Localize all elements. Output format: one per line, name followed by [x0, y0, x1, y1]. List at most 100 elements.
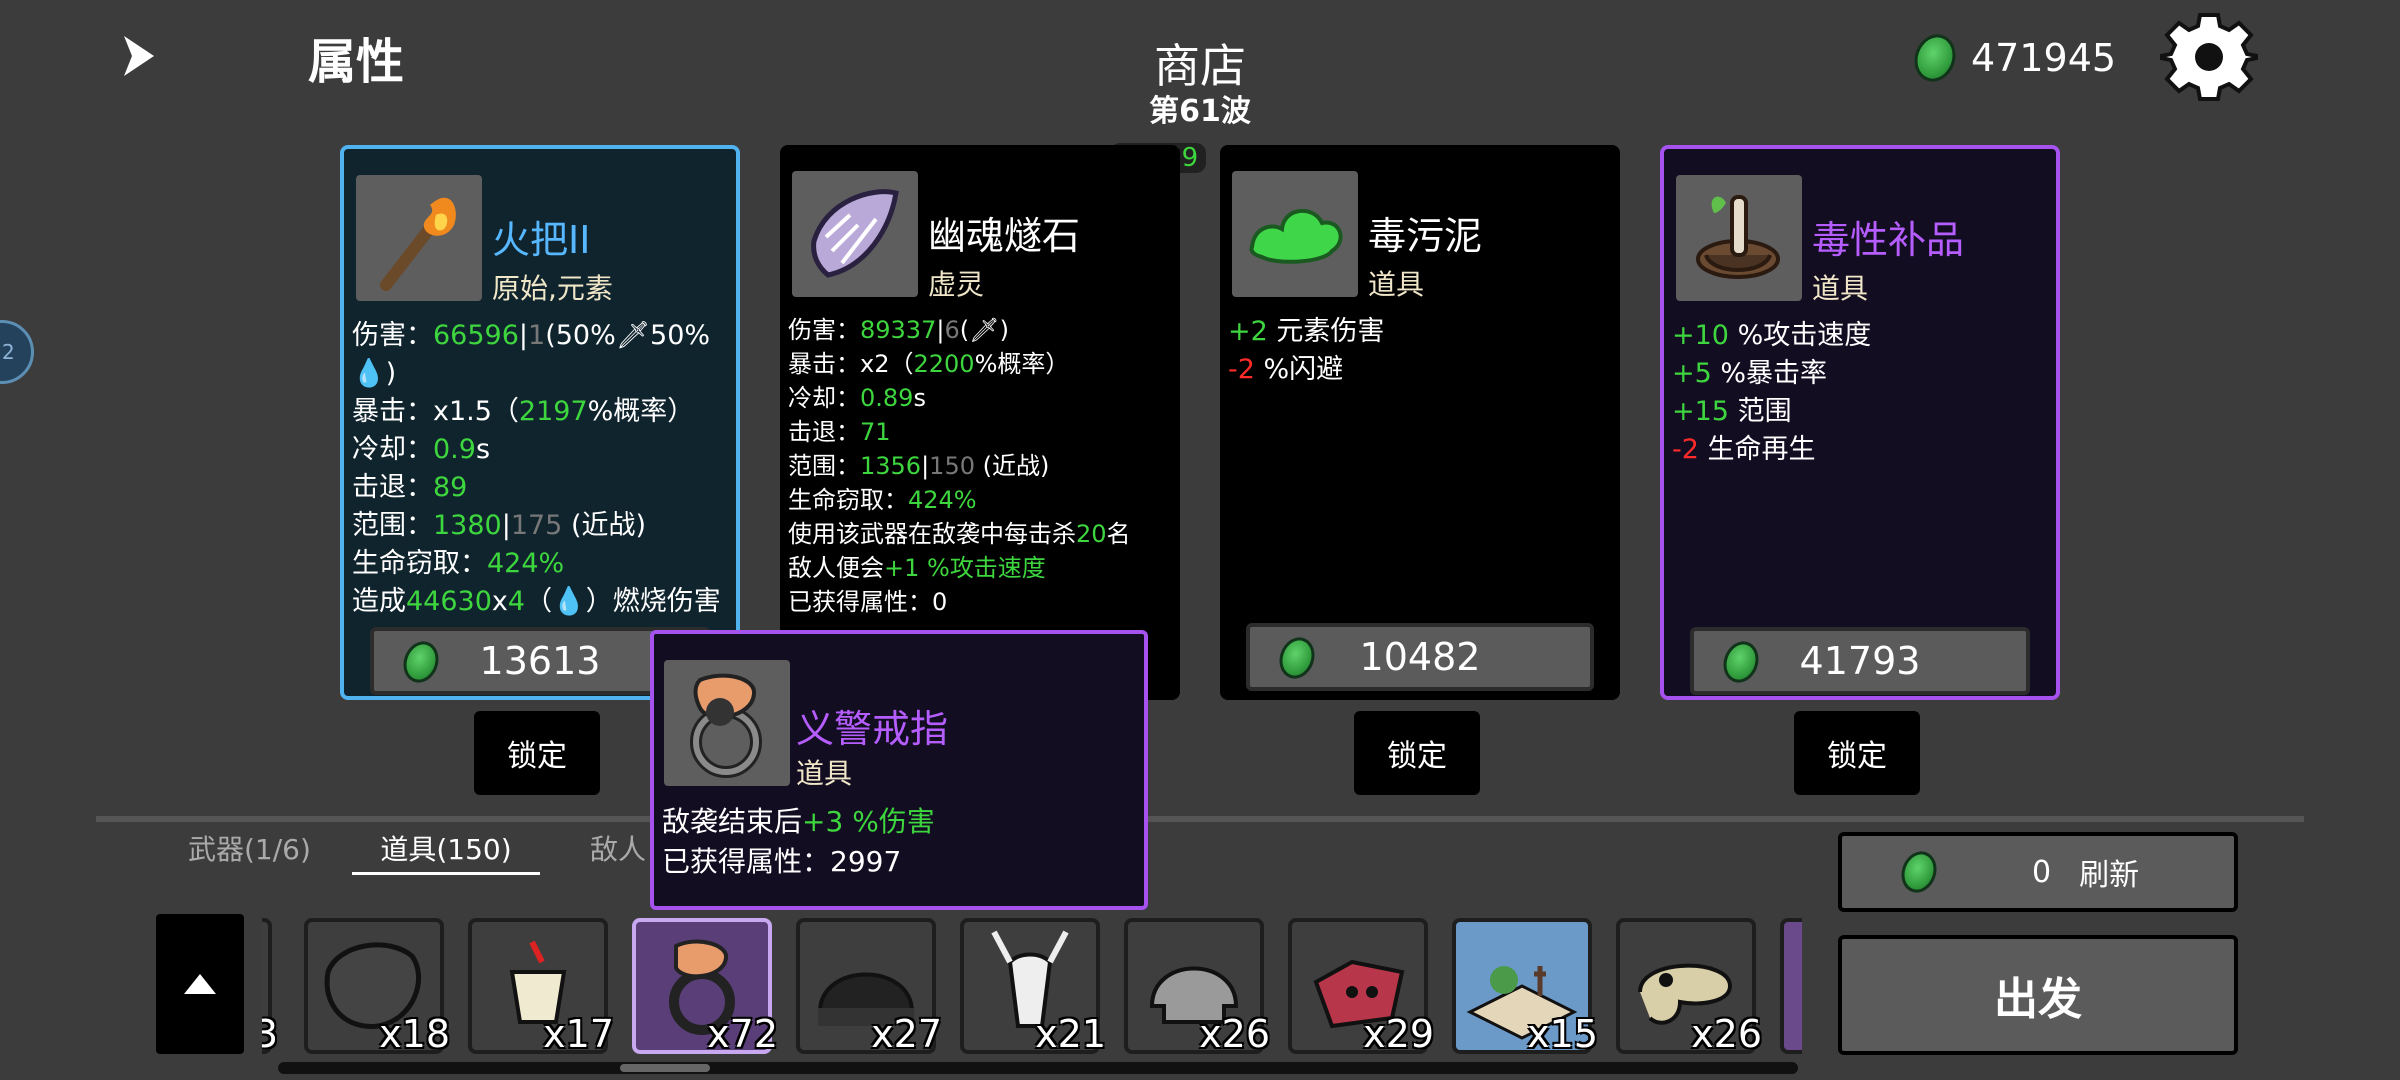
card-type: 道具 — [1812, 272, 1869, 305]
inventory-scrollbar[interactable] — [278, 1062, 1798, 1074]
stat-line: 范围：1356|150 (近战) — [788, 452, 1050, 480]
stat-line: +2 元素伤害 — [1228, 316, 1385, 347]
stat-line: 击退：89 — [352, 472, 468, 503]
shop-card-ghost-flint[interactable]: 幽魂燧石 虚灵 伤害：89337|6(🗡) 暴击：x2（2200%概率） 冷却：0.… — [780, 145, 1180, 700]
inventory-slot[interactable]: x26 — [1616, 918, 1762, 1056]
card-name: 毒性补品 — [1812, 218, 1965, 262]
price-label: 10482 — [1359, 635, 1481, 679]
card-name: 毒污泥 — [1368, 214, 1483, 258]
tooltip-effect: 敌袭结束后+3 %伤害 — [662, 805, 935, 838]
stat-line: +5 %暴击率 — [1672, 358, 1828, 389]
inventory-slot[interactable]: x18 — [304, 918, 450, 1056]
price-label: 41793 — [1799, 639, 1921, 683]
lock-button[interactable]: 锁定 — [1354, 711, 1480, 795]
lock-button[interactable]: 锁定 — [1794, 711, 1920, 795]
lock-button[interactable]: 锁定 — [474, 711, 600, 795]
stat-line: 暴击：x1.5（2197%概率） — [352, 396, 695, 427]
item-count: x15 — [1527, 1012, 1598, 1056]
inventory-slot[interactable] — [1780, 918, 1802, 1054]
material-coin-icon — [1717, 636, 1765, 688]
item-count: x26 — [1199, 1012, 1270, 1056]
inventory-slot[interactable]: x15 — [1452, 918, 1598, 1056]
expand-inventory-button[interactable] — [156, 914, 244, 1054]
item-tooltip: 义警戒指 道具 敌袭结束后+3 %伤害 已获得属性：2997 — [650, 630, 1148, 910]
inventory-slot[interactable]: x17 — [468, 918, 614, 1056]
inventory-slot[interactable]: 3 — [262, 918, 278, 1056]
gold-display: 471945 — [1907, 28, 2117, 88]
refresh-cost: 0 — [2032, 854, 2052, 890]
shop-card-torch[interactable]: 火把II 原始,元素 伤害：66596|1(50%🗡50% 💧) 暴击：x1.5（2… — [340, 145, 740, 700]
item-count: x27 — [871, 1012, 942, 1056]
stat-line: 使用该武器在敌袭中每击杀20名 — [788, 520, 1131, 548]
card-type: 虚灵 — [928, 268, 985, 301]
mortar-pestle-icon — [1676, 175, 1802, 301]
stat-line: 造成44630x4（💧）燃烧伤害 — [352, 586, 721, 617]
attributes-title[interactable]: 属性 — [308, 22, 404, 92]
item-count: x29 — [1363, 1012, 1434, 1056]
tab-weapons[interactable]: 武器(1/6) — [188, 828, 311, 868]
gold-amount: 471945 — [1971, 36, 2117, 80]
tab-enemies[interactable]: 敌人 — [590, 828, 646, 868]
stat-line: 冷却：0.89s — [788, 384, 926, 412]
tab-items[interactable]: 道具(150) — [352, 828, 540, 875]
stat-line: 范围：1380|175 (近战) — [352, 510, 647, 541]
stat-line: 冷却：0.9s — [352, 434, 491, 465]
vigilante-ring-icon — [664, 660, 790, 786]
stat-line: -2 生命再生 — [1672, 434, 1816, 465]
inventory-slot[interactable]: x29 — [1288, 918, 1434, 1056]
refresh-label: 刷新 — [2079, 858, 2140, 893]
stat-line: 敌人便会+1 %攻击速度 — [788, 554, 1046, 582]
item-count: x72 — [707, 1012, 778, 1056]
stat-line: -2 %闪避 — [1228, 354, 1344, 385]
tooltip-gained: 已获得属性：2997 — [662, 845, 902, 878]
card-type: 原始,元素 — [492, 272, 613, 305]
torch-icon — [356, 175, 482, 301]
tooltip-stats: 敌袭结束后+3 %伤害 已获得属性：2997 — [662, 802, 935, 882]
item-count: x26 — [1691, 1012, 1762, 1056]
buy-button[interactable]: 10482 — [1246, 623, 1594, 691]
item-count: 3 — [262, 1012, 278, 1056]
inventory-slot[interactable]: x27 — [796, 918, 942, 1056]
shop-card-toxic-sludge[interactable]: 毒污泥 道具 +2 元素伤害 -2 %闪避 10482 — [1220, 145, 1620, 700]
back-arrow-button[interactable] — [110, 28, 170, 84]
side-badge[interactable]: 22 — [0, 320, 34, 384]
inventory-slot[interactable]: x21 — [960, 918, 1106, 1056]
scrollbar-thumb[interactable] — [620, 1064, 710, 1072]
card-stats: 伤害：89337|6(🗡) 暴击：x2（2200%概率） 冷却：0.89s 击退：71… — [788, 313, 1172, 619]
material-coin-icon — [1273, 632, 1321, 684]
settings-button[interactable] — [2159, 8, 2259, 106]
tooltip-item-name: 义警戒指 — [796, 707, 949, 751]
inventory-slot[interactable]: x26 — [1124, 918, 1270, 1056]
shop-card-toxic-tonic[interactable]: 毒性补品 道具 +10 %攻击速度 +5 %暴击率 +15 范围 -2 生命再生 41… — [1660, 145, 2060, 700]
material-coin-icon — [1895, 846, 1943, 898]
stat-line: 伤害：66596|1(50%🗡50% — [352, 320, 711, 351]
card-stats: 伤害：66596|1(50%🗡50% 💧) 暴击：x1.5（2197%概率） 冷却：0… — [352, 317, 728, 621]
chevron-right-icon — [124, 36, 154, 76]
gear-icon — [2159, 13, 2259, 101]
stat-line: 伤害：89337|6(🗡) — [788, 316, 1009, 344]
stat-line: +10 %攻击速度 — [1672, 320, 1872, 351]
refresh-button[interactable]: 0 刷新 — [1838, 832, 2238, 912]
material-coin-icon — [397, 636, 445, 688]
card-name: 火把II — [492, 218, 591, 262]
stat-line: 生命窃取：424% — [352, 548, 565, 579]
triangle-up-icon — [184, 974, 216, 994]
go-button[interactable]: 出发 — [1838, 935, 2238, 1055]
stat-line: 暴击：x2（2200%概率） — [788, 350, 1070, 378]
wave-label: 第61波 — [1149, 94, 1251, 129]
tooltip-item-type: 道具 — [796, 757, 853, 790]
toxic-sludge-icon — [1232, 171, 1358, 297]
stat-line: 生命窃取：424% — [788, 486, 977, 514]
card-name: 幽魂燧石 — [928, 214, 1081, 258]
card-stats: +10 %攻击速度 +5 %暴击率 +15 范围 -2 生命再生 — [1672, 317, 2048, 469]
buy-button[interactable]: 41793 — [1690, 627, 2030, 695]
item-count: x17 — [543, 1012, 614, 1056]
section-divider — [96, 816, 2304, 822]
price-label: 13613 — [479, 639, 601, 683]
card-type: 道具 — [1368, 268, 1425, 301]
stat-line: 已获得属性：0 — [788, 588, 948, 616]
inventory-strip[interactable]: 3 x18 x17 x72 x27 x21 x26 x29 x15 x26 — [262, 912, 1802, 1056]
stat-line: +15 范围 — [1672, 396, 1792, 427]
inventory-slot-selected[interactable]: x72 — [632, 918, 778, 1056]
ghost-flint-icon — [792, 171, 918, 297]
